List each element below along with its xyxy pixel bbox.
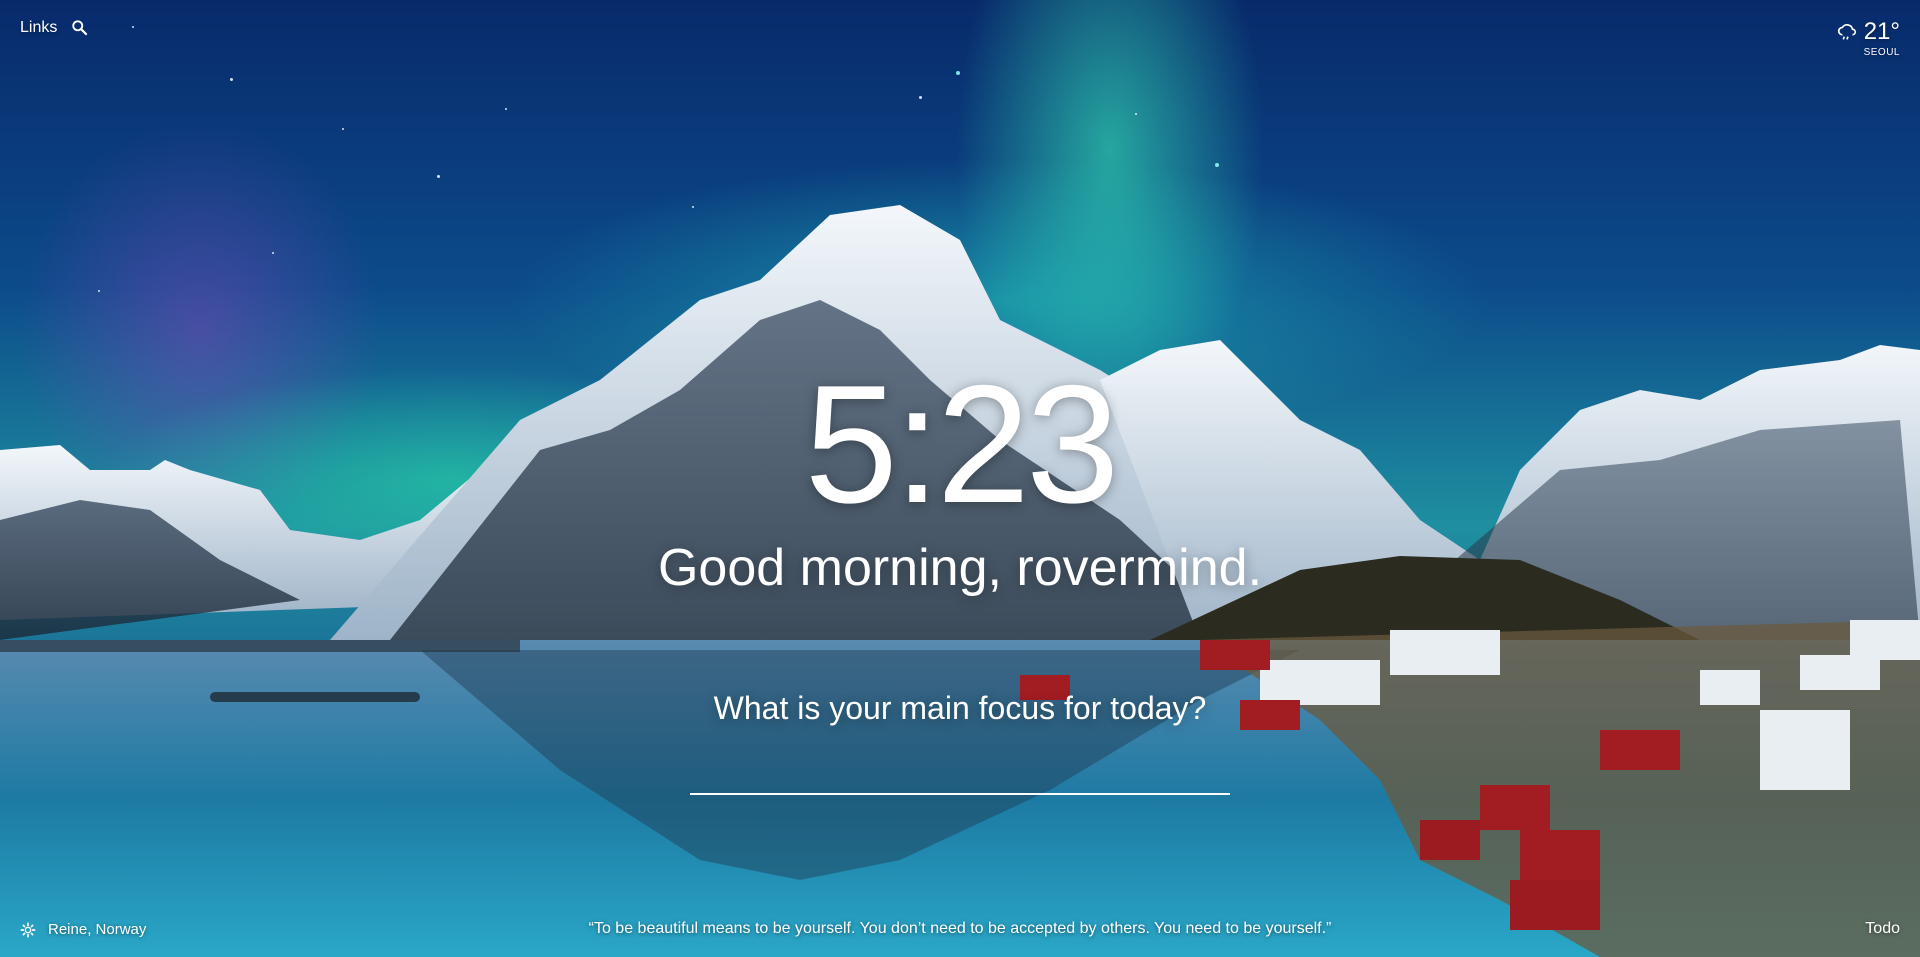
top-left-links: Links bbox=[20, 19, 89, 37]
center-content: 5:23 Good morning, rovermind. What is yo… bbox=[0, 360, 1920, 795]
temperature: 21° bbox=[1863, 18, 1900, 45]
focus-input[interactable] bbox=[690, 749, 1230, 795]
links-button[interactable]: Links bbox=[20, 19, 57, 37]
greeting: Good morning, rovermind. bbox=[657, 539, 1263, 597]
weather-city: SEOUL bbox=[1863, 47, 1900, 58]
search-icon[interactable] bbox=[71, 19, 89, 37]
focus-prompt: What is your main focus for today? bbox=[713, 690, 1207, 726]
cloud-rain-icon bbox=[1837, 23, 1856, 40]
clock: 5:23 bbox=[804, 350, 1120, 538]
weather-widget[interactable]: 21° SEOUL bbox=[1836, 18, 1900, 58]
daily-quote[interactable]: “To be beautiful means to be yourself. Y… bbox=[0, 920, 1920, 938]
todo-button[interactable]: Todo bbox=[1865, 920, 1900, 938]
